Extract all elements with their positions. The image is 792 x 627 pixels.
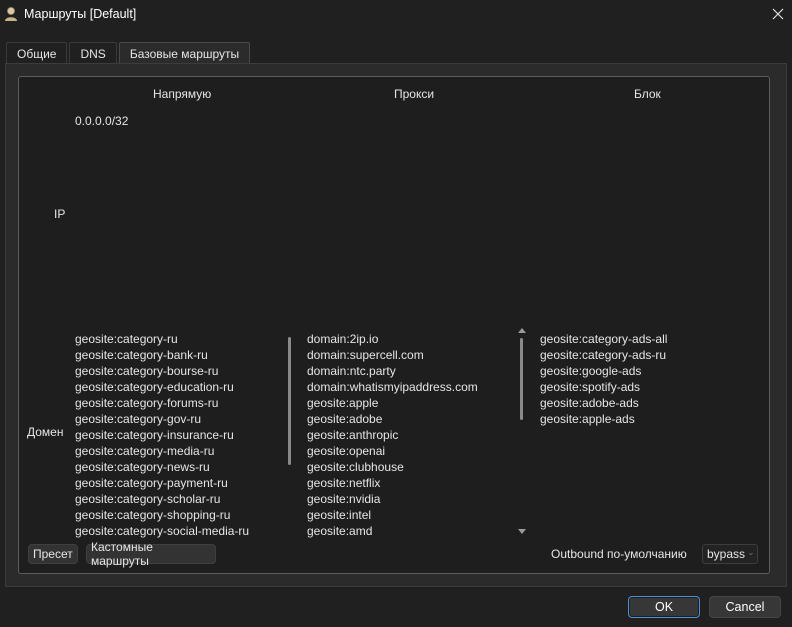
- list-item[interactable]: domain:supercell.com: [307, 347, 507, 363]
- custom-routes-label: Кастомные маршруты: [91, 540, 153, 568]
- close-button[interactable]: [764, 0, 792, 28]
- row-label-ip: IP: [54, 207, 66, 221]
- list-item[interactable]: geosite:intel: [307, 507, 507, 523]
- column-header-proxy: Прокси: [394, 87, 435, 101]
- scroll-down-arrow-icon[interactable]: [518, 529, 526, 534]
- list-item[interactable]: geosite:category-forums-ru: [75, 395, 285, 411]
- list-item[interactable]: geosite:openai: [307, 443, 507, 459]
- list-item[interactable]: geosite:apple: [307, 395, 507, 411]
- list-item[interactable]: geosite:anthropic: [307, 427, 507, 443]
- domain-direct-list[interactable]: geosite:category-ru geosite:category-ban…: [75, 331, 285, 539]
- preset-label: Пресет: [33, 547, 73, 561]
- list-item[interactable]: domain:ntc.party: [307, 363, 507, 379]
- list-item[interactable]: geosite:category-ads-all: [540, 331, 760, 347]
- list-item[interactable]: geosite:netflix: [307, 475, 507, 491]
- list-item[interactable]: geosite:nvidia: [307, 491, 507, 507]
- outbound-default-value: bypass: [707, 547, 746, 561]
- tab-general[interactable]: Общие: [6, 42, 68, 64]
- list-item[interactable]: geosite:apple-ads: [540, 411, 760, 427]
- list-item[interactable]: geosite:category-media-ru: [75, 443, 285, 459]
- list-item[interactable]: geosite:category-ads-ru: [540, 347, 760, 363]
- list-item[interactable]: geosite:clubhouse: [307, 459, 507, 475]
- list-item[interactable]: geosite:category-social-media-ru: [75, 523, 285, 539]
- list-item[interactable]: geosite:category-gov-ru: [75, 411, 285, 427]
- list-item[interactable]: geosite:category-bourse-ru: [75, 363, 285, 379]
- list-item[interactable]: domain:whatismyipaddress.com: [307, 379, 507, 395]
- list-item[interactable]: geosite:category-scholar-ru: [75, 491, 285, 507]
- preset-button[interactable]: Пресет: [28, 544, 78, 564]
- list-item[interactable]: geosite:category-news-ru: [75, 459, 285, 475]
- list-item[interactable]: geosite:adobe: [307, 411, 507, 427]
- column-header-direct: Напрямую: [153, 87, 212, 101]
- scroll-up-arrow-icon[interactable]: [518, 328, 526, 333]
- close-icon: [772, 8, 784, 20]
- scrollbar-thumb[interactable]: [520, 338, 523, 420]
- tab-dns[interactable]: DNS: [69, 42, 117, 64]
- list-item[interactable]: geosite:category-payment-ru: [75, 475, 285, 491]
- row-label-domain: Домен: [27, 425, 64, 439]
- domain-proxy-list[interactable]: domain:2ip.io domain:supercell.com domai…: [307, 331, 507, 539]
- cancel-button[interactable]: Cancel: [709, 596, 781, 618]
- tab-panel: Напрямую Прокси Блок IP Домен 0.0.0.0/32…: [5, 63, 787, 587]
- list-item[interactable]: geosite:category-bank-ru: [75, 347, 285, 363]
- outbound-default-select[interactable]: bypass: [702, 544, 758, 564]
- list-item[interactable]: geosite:category-shopping-ru: [75, 507, 285, 523]
- domain-direct-scrollbar[interactable]: [285, 327, 295, 535]
- tab-base-routes[interactable]: Базовые маршруты: [118, 42, 251, 64]
- tab-bar: Общие DNS Базовые маршруты: [6, 42, 251, 64]
- routes-grid: Напрямую Прокси Блок IP Домен 0.0.0.0/32…: [18, 76, 770, 574]
- list-item[interactable]: domain:2ip.io: [307, 331, 507, 347]
- ip-direct-value[interactable]: 0.0.0.0/32: [75, 113, 128, 129]
- domain-proxy-scrollbar[interactable]: [517, 327, 527, 535]
- list-item[interactable]: geosite:google-ads: [540, 363, 760, 379]
- list-item[interactable]: geosite:adobe-ads: [540, 395, 760, 411]
- ok-button[interactable]: OK: [628, 596, 700, 618]
- column-header-block: Блок: [634, 87, 661, 101]
- list-item[interactable]: geosite:amd: [307, 523, 507, 539]
- list-item[interactable]: geosite:spotify-ads: [540, 379, 760, 395]
- scrollbar-thumb[interactable]: [288, 337, 291, 465]
- list-item[interactable]: geosite:category-ru: [75, 331, 285, 347]
- domain-block-list[interactable]: geosite:category-ads-all geosite:categor…: [540, 331, 760, 539]
- list-item[interactable]: geosite:category-insurance-ru: [75, 427, 285, 443]
- window-title: Маршруты [Default]: [24, 7, 137, 21]
- chevron-down-icon: [749, 552, 753, 556]
- app-user-icon: [5, 7, 17, 21]
- title-bar: Маршруты [Default]: [0, 0, 792, 30]
- list-item[interactable]: geosite:category-education-ru: [75, 379, 285, 395]
- outbound-default-label: Outbound по-умолчанию: [551, 547, 687, 561]
- custom-routes-button[interactable]: Кастомные маршруты: [86, 540, 216, 568]
